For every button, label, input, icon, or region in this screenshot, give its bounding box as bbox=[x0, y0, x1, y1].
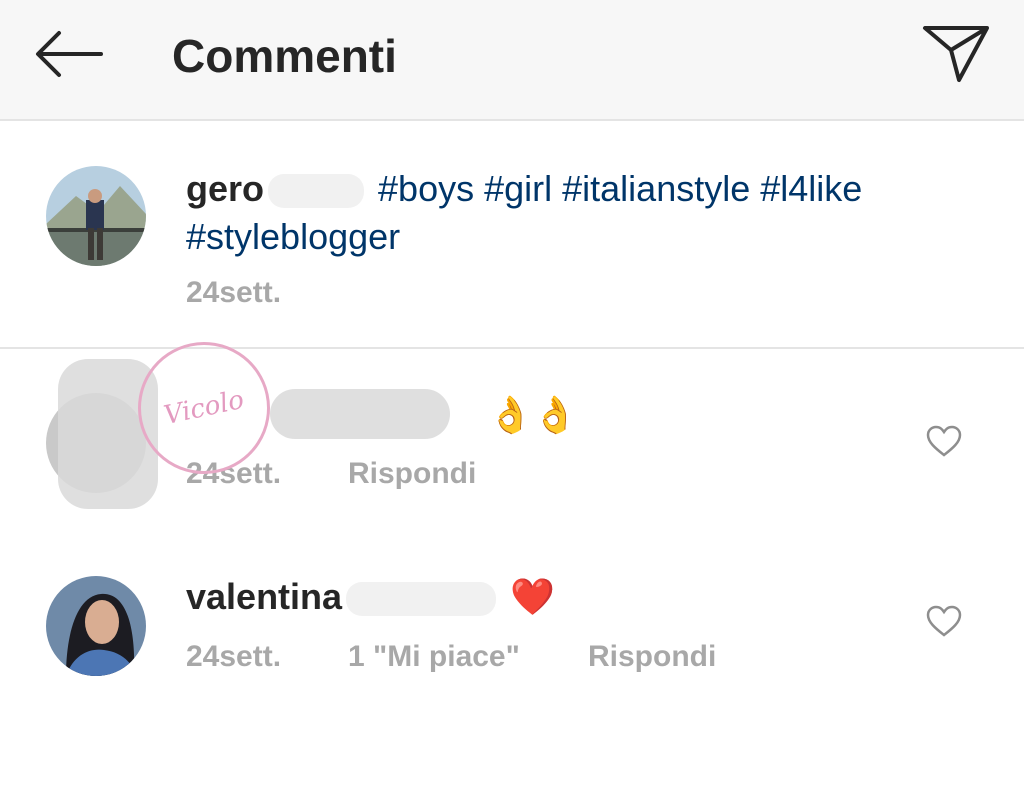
like-button[interactable] bbox=[922, 601, 966, 641]
page-title: Commenti bbox=[172, 30, 397, 82]
avatar[interactable] bbox=[46, 576, 146, 676]
top-bar: Commenti bbox=[0, 0, 1024, 121]
reply-button[interactable]: Rispondi bbox=[348, 456, 476, 492]
profile-photo bbox=[46, 166, 146, 266]
comment-text: valentina ❤️ bbox=[186, 573, 555, 621]
profile-photo bbox=[46, 576, 146, 676]
caption-time: 24sett. bbox=[186, 276, 282, 309]
arrow-left-icon bbox=[36, 31, 103, 77]
comment-emoji: 👌👌 bbox=[488, 394, 578, 435]
like-button[interactable] bbox=[922, 421, 966, 461]
heart-emoji: ❤️ bbox=[510, 576, 555, 617]
redaction-blob bbox=[270, 389, 450, 439]
caption-username[interactable]: gero bbox=[186, 168, 264, 209]
heart-outline-icon bbox=[926, 605, 962, 637]
post-caption: gero #boys #girl #italianstyle #l4like #… bbox=[0, 121, 1024, 349]
redaction-blob bbox=[268, 174, 365, 209]
reply-button[interactable]: Rispondi bbox=[588, 639, 716, 675]
comment-username[interactable]: valentina bbox=[186, 576, 342, 617]
heart-outline-icon bbox=[926, 425, 962, 457]
comment-time: 24sett. bbox=[186, 640, 282, 673]
likes-count[interactable]: 1 "Mi piace" bbox=[348, 639, 520, 675]
avatar[interactable] bbox=[46, 166, 146, 266]
caption-text: gero #boys #girl #italianstyle #l4like #… bbox=[186, 165, 966, 261]
paper-plane-icon bbox=[923, 26, 989, 82]
send-button[interactable] bbox=[916, 18, 996, 88]
redaction-blob bbox=[346, 582, 497, 617]
comment-item: valentina ❤️ 24sett. 1 "Mi piace" Rispon… bbox=[0, 529, 1024, 709]
back-button[interactable] bbox=[28, 22, 108, 86]
